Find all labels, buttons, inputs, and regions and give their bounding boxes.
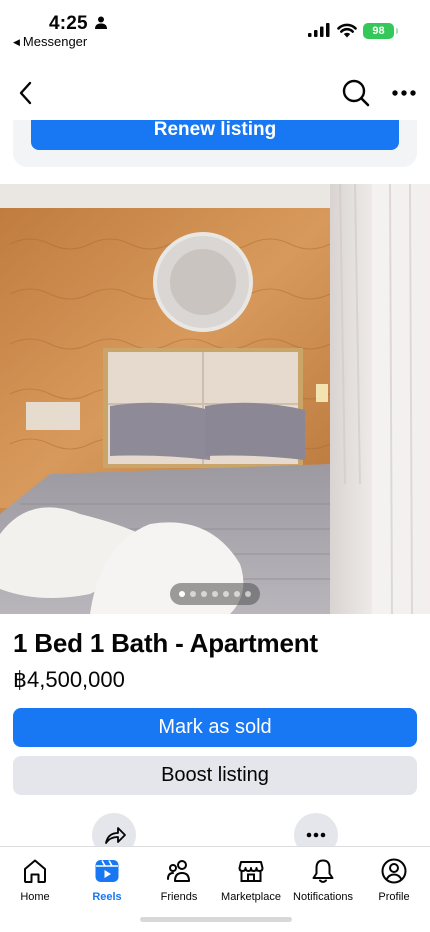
profile-icon [381, 858, 407, 884]
pager-dot [201, 591, 207, 597]
back-app-label: Messenger [22, 34, 88, 49]
pager-dot [212, 591, 218, 597]
pager-dot [223, 591, 229, 597]
nav-header [0, 70, 430, 116]
battery-indicator: 98 [363, 23, 398, 39]
listing-title: 1 Bed 1 Bath - Apartment [13, 628, 318, 658]
reels-icon [95, 860, 119, 882]
chevron-left-icon[interactable] [14, 78, 38, 108]
bedroom-photo [0, 184, 430, 614]
person-icon [95, 16, 107, 29]
back-to-app-link[interactable]: ◀ Messenger [13, 34, 87, 49]
pager-dot [179, 591, 185, 597]
tab-label: Profile [378, 891, 410, 903]
search-icon[interactable] [341, 78, 371, 108]
wifi-icon [337, 23, 357, 38]
renew-listing-card: Renew listing [13, 120, 417, 167]
bell-icon [312, 859, 334, 883]
status-time: 4:25 [49, 13, 88, 34]
pager-dot [245, 591, 251, 597]
tab-profile[interactable]: Profile [351, 857, 430, 907]
boost-listing-button[interactable]: Boost listing [13, 756, 417, 795]
pager-dot [234, 591, 240, 597]
mark-as-sold-button[interactable]: Mark as sold [13, 708, 417, 747]
more-horizontal-icon[interactable] [390, 82, 418, 104]
listing-photo[interactable] [0, 184, 430, 614]
cellular-signal-icon [308, 23, 330, 37]
marketplace-icon [238, 861, 264, 882]
pager-dot [190, 591, 196, 597]
home-icon [24, 859, 46, 883]
back-triangle-icon: ◀ [13, 37, 20, 47]
home-indicator [140, 917, 292, 922]
photo-pager[interactable] [170, 583, 260, 605]
listing-price: ฿4,500,000 [13, 667, 125, 692]
renew-listing-button[interactable]: Renew listing [31, 120, 399, 150]
friends-icon [167, 860, 190, 882]
status-bar: 4:25 ◀ Messenger 98 [0, 0, 430, 52]
